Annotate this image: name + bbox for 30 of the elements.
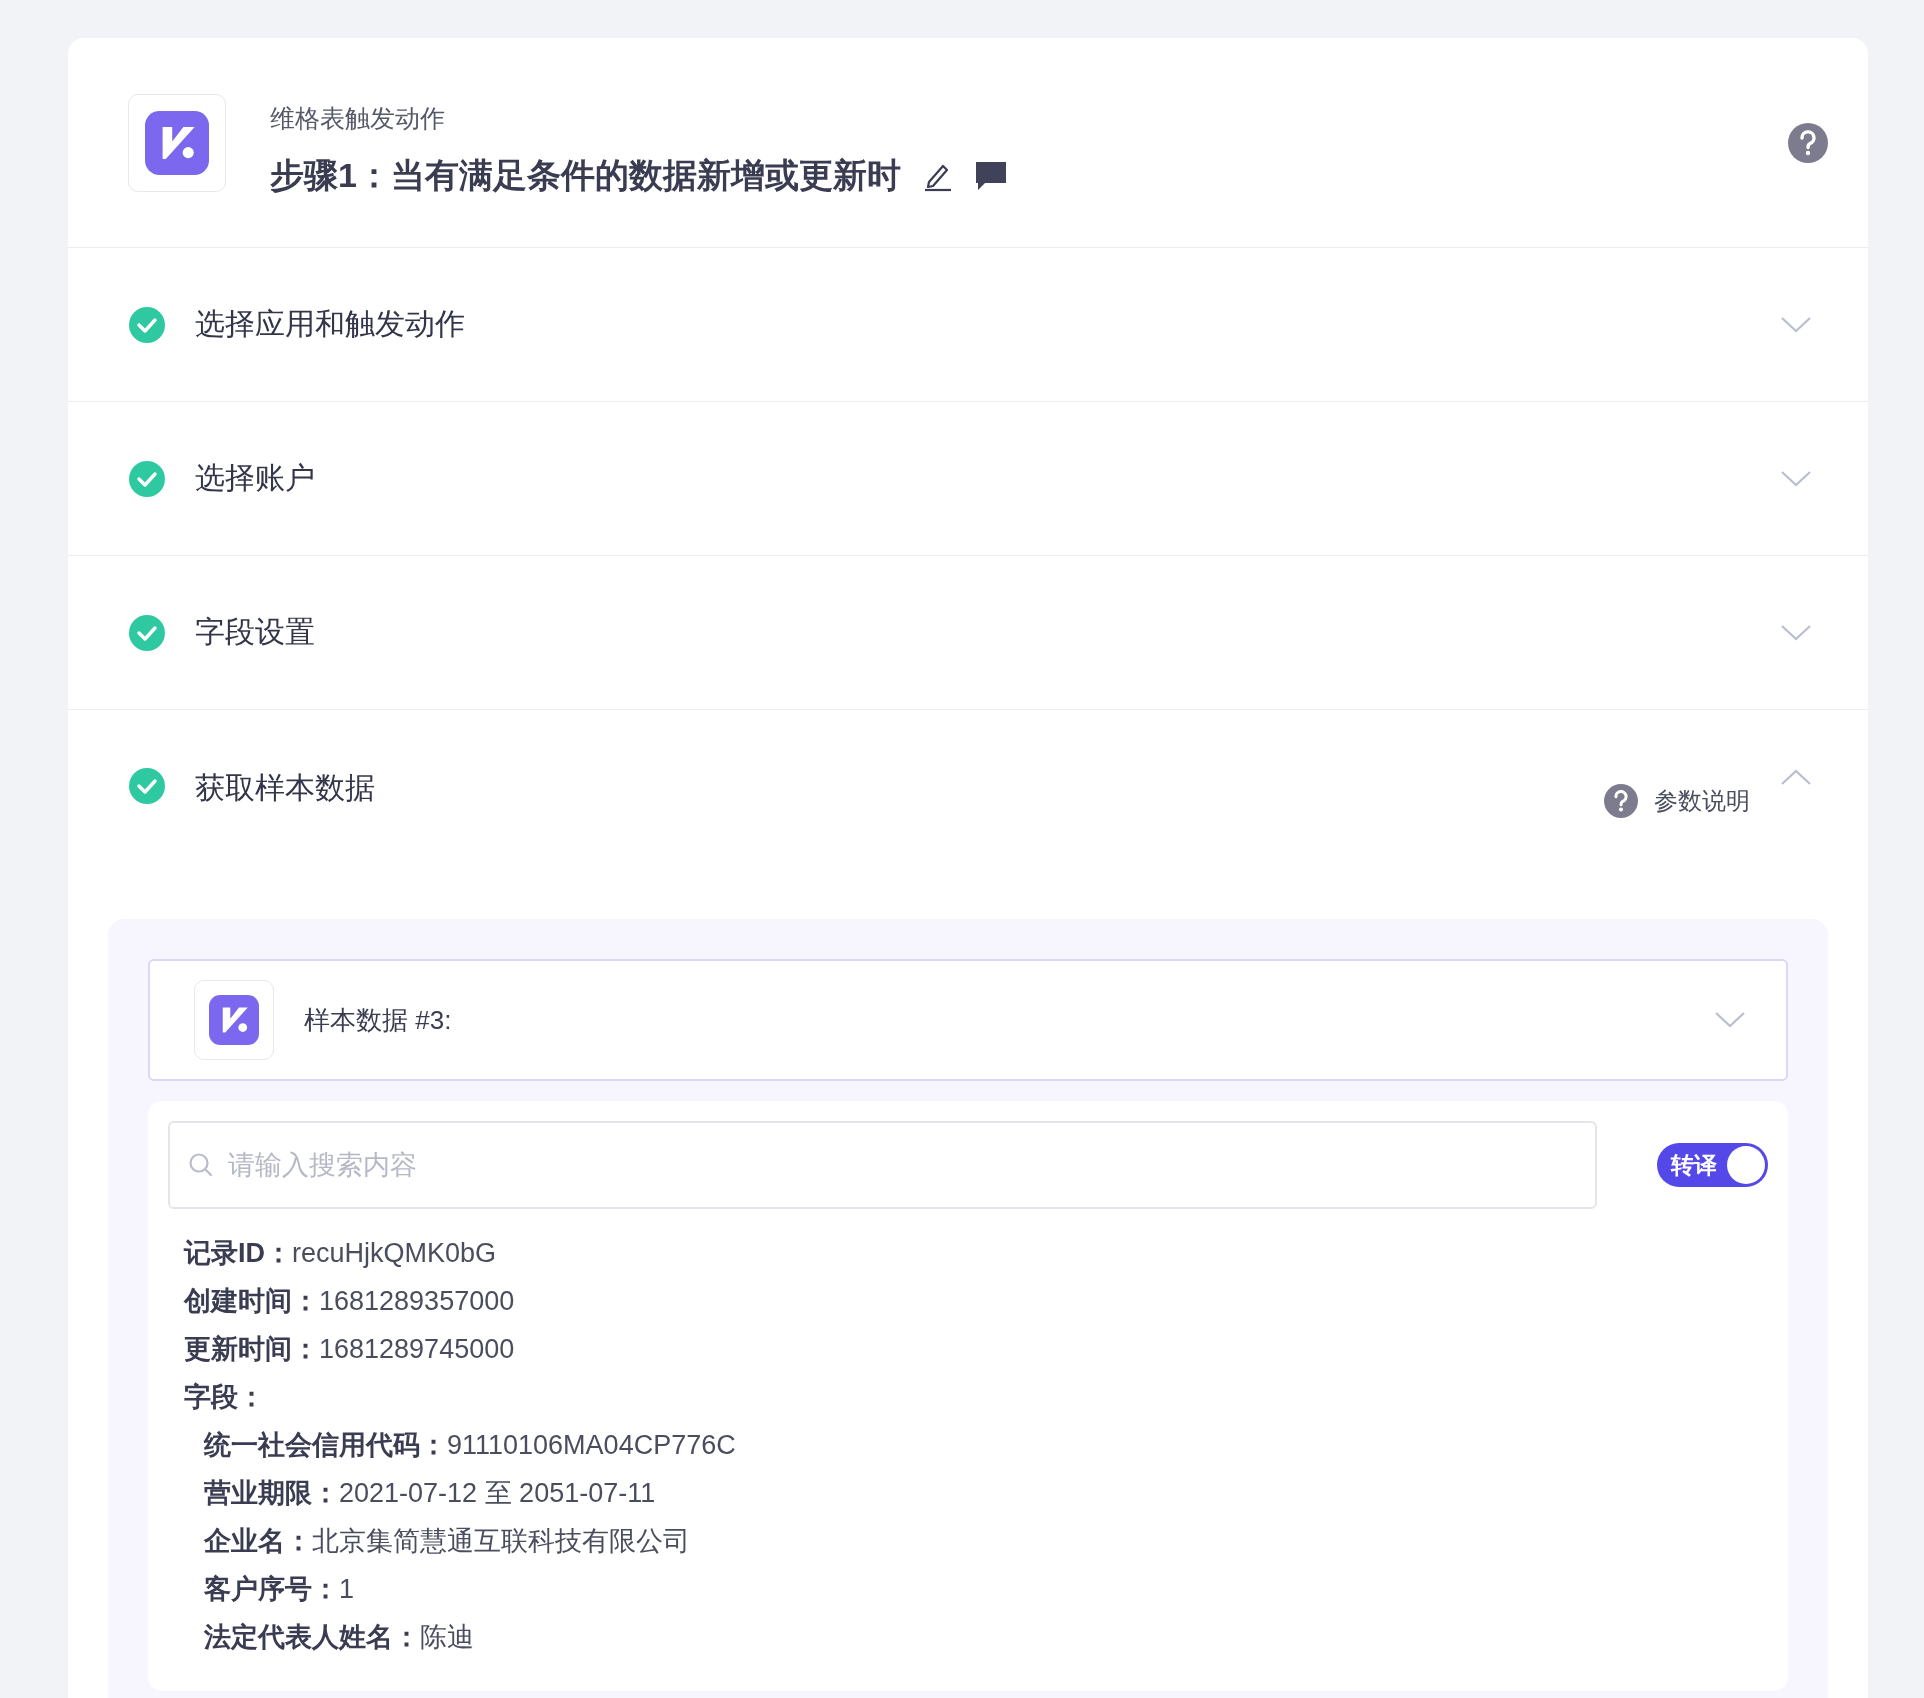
chevron-down-icon[interactable] xyxy=(1780,623,1812,642)
section-title[interactable]: 字段设置 xyxy=(195,612,315,653)
parameter-help-link[interactable]: 参数说明 xyxy=(1604,784,1750,818)
chevron-down-icon[interactable] xyxy=(1780,315,1812,334)
help-icon[interactable] xyxy=(1788,122,1828,163)
record-line: 客户序号：1 xyxy=(204,1573,356,1606)
logo-icon xyxy=(209,995,259,1045)
search-field[interactable]: 请输入搜索内容 xyxy=(168,1121,1597,1209)
record-line: 统一社会信用代码：91110106MA04CP776C xyxy=(204,1429,737,1462)
chevron-down-icon[interactable] xyxy=(1780,469,1812,488)
translate-toggle[interactable]: 转译 xyxy=(1657,1143,1768,1187)
step-title: 步骤1：当有满足条件的数据新增或更新时 xyxy=(270,155,901,196)
chevron-down-icon[interactable] xyxy=(1714,1011,1746,1029)
record-line: 字段： xyxy=(184,1381,266,1414)
logo-icon xyxy=(145,110,209,175)
comment-icon[interactable] xyxy=(974,161,1007,191)
section-title[interactable]: 获取样本数据 xyxy=(195,768,375,809)
record-line: 营业期限：2021-07-12 至 2051-07-11 xyxy=(204,1477,657,1510)
section-title[interactable]: 选择应用和触发动作 xyxy=(195,304,465,345)
record-line: 更新时间：1681289745000 xyxy=(184,1333,516,1366)
sample-header[interactable]: 样本数据 #3: xyxy=(148,959,1788,1081)
record-line: 创建时间：1681289357000 xyxy=(184,1285,516,1318)
app-name: 维格表触发动作 xyxy=(270,103,446,134)
section-title[interactable]: 选择账户 xyxy=(195,458,315,499)
record-line: 记录ID：recuHjkQMK0bG xyxy=(184,1237,498,1270)
sample-title: 样本数据 #3: xyxy=(304,1003,452,1037)
chevron-up-icon[interactable] xyxy=(1780,768,1812,786)
record-line: 企业名：北京集简慧通互联科技有限公司 xyxy=(204,1525,691,1558)
record-line: 法定代表人姓名：陈迪 xyxy=(204,1621,475,1654)
help-icon xyxy=(1604,784,1638,818)
